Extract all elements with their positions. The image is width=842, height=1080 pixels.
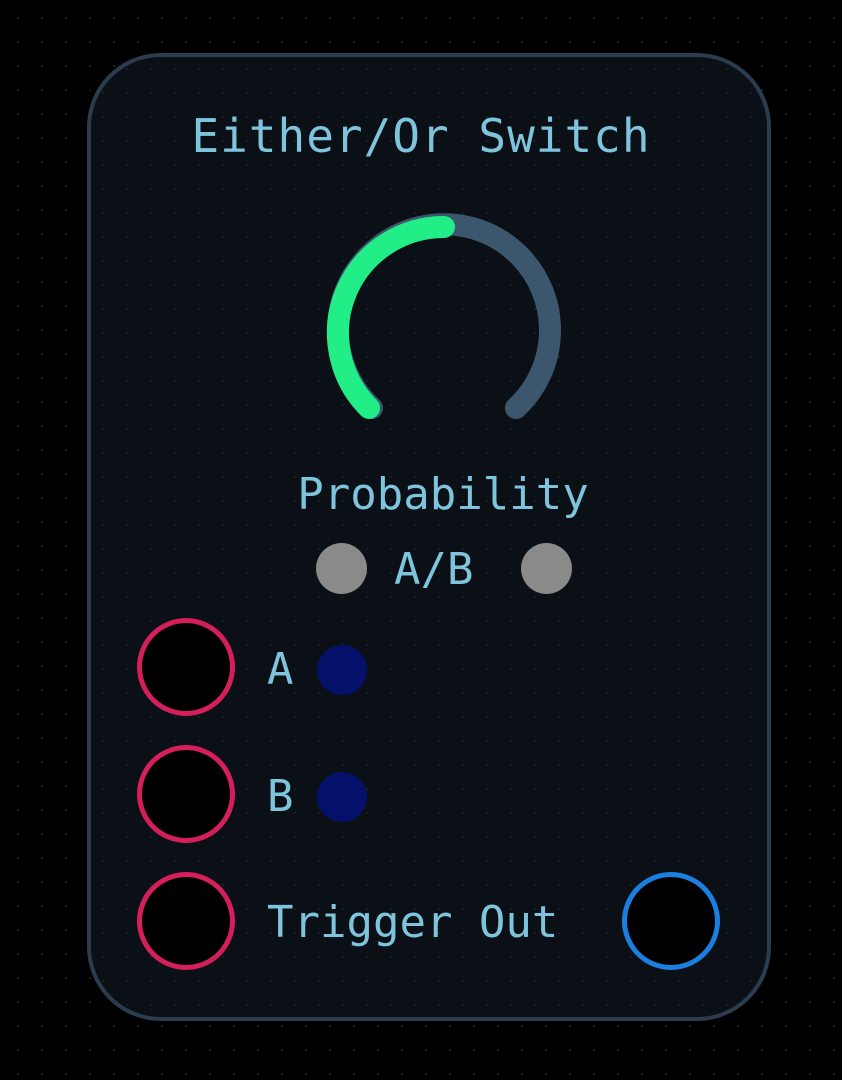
trigger-input-jack[interactable] bbox=[137, 872, 235, 970]
trigger-out-label: Trigger Out bbox=[267, 897, 559, 948]
led-b-indicator bbox=[521, 543, 572, 594]
probability-label: Probability bbox=[297, 469, 589, 520]
ab-label: A/B bbox=[394, 544, 474, 595]
input-a-led bbox=[317, 645, 367, 695]
input-b-label: B bbox=[267, 771, 294, 822]
input-a-label: A bbox=[267, 644, 294, 695]
knob-value-arc bbox=[326, 216, 455, 419]
input-jack-a[interactable] bbox=[137, 618, 235, 716]
input-b-led bbox=[317, 772, 367, 822]
trigger-output-jack[interactable] bbox=[622, 872, 720, 970]
led-a-indicator bbox=[316, 543, 367, 594]
input-jack-b[interactable] bbox=[137, 745, 235, 843]
